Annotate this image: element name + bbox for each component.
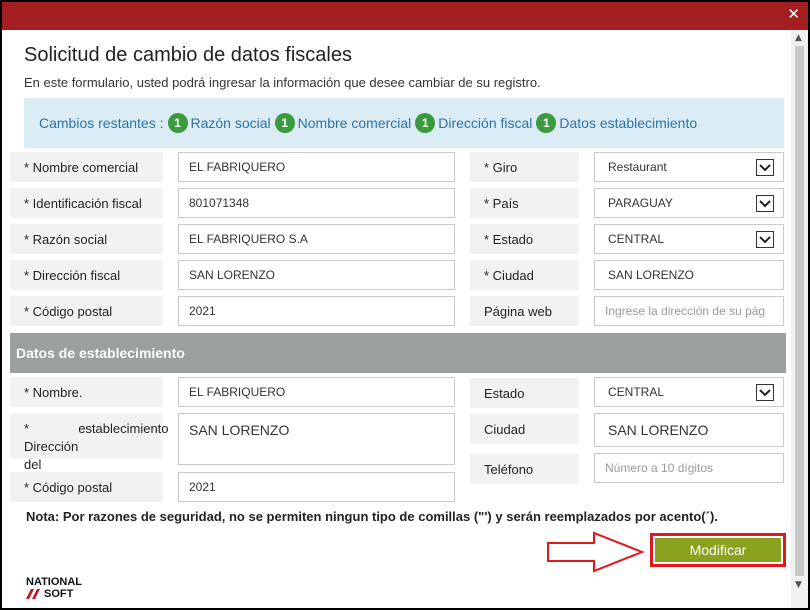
pagina-web-label: Página web bbox=[470, 296, 579, 326]
scroll-down-icon[interactable]: ▼ bbox=[795, 580, 802, 590]
identificacion-fiscal-label: * Identificación fiscal bbox=[10, 188, 163, 218]
pais-select[interactable]: PARAGUAY bbox=[594, 188, 784, 218]
direccion-fiscal-input[interactable]: SAN LORENZO bbox=[178, 260, 455, 290]
pais-value: PARAGUAY bbox=[608, 196, 673, 210]
logo-mark-icon bbox=[26, 589, 40, 599]
close-icon[interactable]: ✕ bbox=[787, 5, 800, 23]
est-ciudad-input[interactable]: SAN LORENZO bbox=[594, 413, 784, 447]
banner-prefix: Cambios restantes : bbox=[39, 115, 164, 131]
modify-button-highlight: Modificar bbox=[650, 533, 786, 567]
codigo-postal-label: * Código postal bbox=[10, 296, 163, 326]
chevron-down-icon[interactable] bbox=[756, 231, 774, 248]
scroll-up-icon[interactable]: ▲ bbox=[795, 33, 802, 43]
highlight-arrow-icon bbox=[547, 531, 645, 573]
telefono-input[interactable]: Número a 10 dígitos bbox=[594, 453, 784, 483]
est-estado-label: Estado bbox=[470, 378, 579, 408]
nombre-comercial-label: * Nombre comercial bbox=[10, 152, 163, 182]
est-direccion-label-line1: * Dirección del bbox=[24, 421, 79, 472]
logo: NATIONAL SOFT bbox=[26, 576, 82, 600]
est-ciudad-label: Ciudad bbox=[470, 414, 579, 444]
est-direccion-textarea[interactable]: SAN LORENZO bbox=[178, 413, 455, 465]
codigo-postal-input[interactable]: 2021 bbox=[178, 296, 455, 326]
banner-item-label: Datos establecimiento bbox=[559, 115, 698, 131]
razon-social-input[interactable]: EL FABRIQUERO S.A bbox=[178, 224, 455, 254]
logo-line2: SOFT bbox=[44, 588, 74, 600]
pais-label: * País bbox=[470, 188, 579, 218]
title-bar: ✕ bbox=[2, 2, 808, 30]
security-note: Nota: Por razones de seguridad, no se pe… bbox=[26, 509, 718, 524]
banner-item-label: Razón social bbox=[190, 115, 271, 131]
intro-text: En este formulario, usted podrá ingresar… bbox=[24, 75, 541, 90]
dialog-window: ✕ ▲ ▼ Solicitud de cambio de datos fisca… bbox=[2, 2, 808, 608]
est-direccion-label: * Dirección del establecimiento bbox=[10, 413, 169, 472]
logo-line1: NATIONAL bbox=[26, 576, 83, 588]
chevron-down-icon[interactable] bbox=[756, 159, 774, 176]
est-nombre-input[interactable]: EL FABRIQUERO bbox=[178, 377, 455, 407]
banner-item-label: Dirección fiscal bbox=[438, 115, 533, 131]
est-codigo-postal-input[interactable]: 2021 bbox=[178, 472, 455, 502]
giro-select[interactable]: Restaurant bbox=[594, 152, 784, 182]
count-badge: 1 bbox=[167, 113, 188, 133]
remaining-changes-banner: Cambios restantes : 1 Razón social 1 Nom… bbox=[24, 98, 784, 148]
identificacion-fiscal-input[interactable]: 801071348 bbox=[178, 188, 455, 218]
giro-label: * Giro bbox=[470, 152, 579, 182]
section-header-establecimiento: Datos de establecimiento bbox=[10, 333, 786, 373]
scroll-thumb[interactable] bbox=[795, 46, 804, 576]
est-direccion-label-line2: establecimiento bbox=[78, 421, 169, 436]
banner-item-label: Nombre comercial bbox=[297, 115, 412, 131]
pagina-web-input[interactable]: Ingrese la dirección de su pág bbox=[594, 296, 784, 326]
est-estado-value: CENTRAL bbox=[608, 385, 665, 399]
est-codigo-postal-label: * Código postal bbox=[10, 472, 163, 502]
count-badge: 1 bbox=[274, 113, 295, 133]
chevron-down-icon[interactable] bbox=[756, 195, 774, 212]
direccion-fiscal-label: * Dirección fiscal bbox=[10, 260, 163, 290]
vertical-scrollbar[interactable]: ▲ ▼ bbox=[791, 30, 808, 608]
modify-button[interactable]: Modificar bbox=[655, 538, 781, 562]
count-badge: 1 bbox=[536, 113, 557, 133]
razon-social-label: * Razón social bbox=[10, 224, 163, 254]
estado-select[interactable]: CENTRAL bbox=[594, 224, 784, 254]
page-title: Solicitud de cambio de datos fiscales bbox=[24, 44, 352, 66]
nombre-comercial-input[interactable]: EL FABRIQUERO bbox=[178, 152, 455, 182]
telefono-label: Teléfono bbox=[470, 454, 579, 484]
est-nombre-label: * Nombre. bbox=[10, 377, 163, 407]
ciudad-label: * Ciudad bbox=[470, 260, 579, 290]
ciudad-input[interactable]: SAN LORENZO bbox=[594, 260, 784, 290]
giro-value: Restaurant bbox=[608, 160, 667, 174]
est-estado-select[interactable]: CENTRAL bbox=[594, 377, 784, 407]
count-badge: 1 bbox=[415, 113, 436, 133]
chevron-down-icon[interactable] bbox=[756, 384, 774, 401]
estado-value: CENTRAL bbox=[608, 232, 665, 246]
estado-label: * Estado bbox=[470, 224, 579, 254]
